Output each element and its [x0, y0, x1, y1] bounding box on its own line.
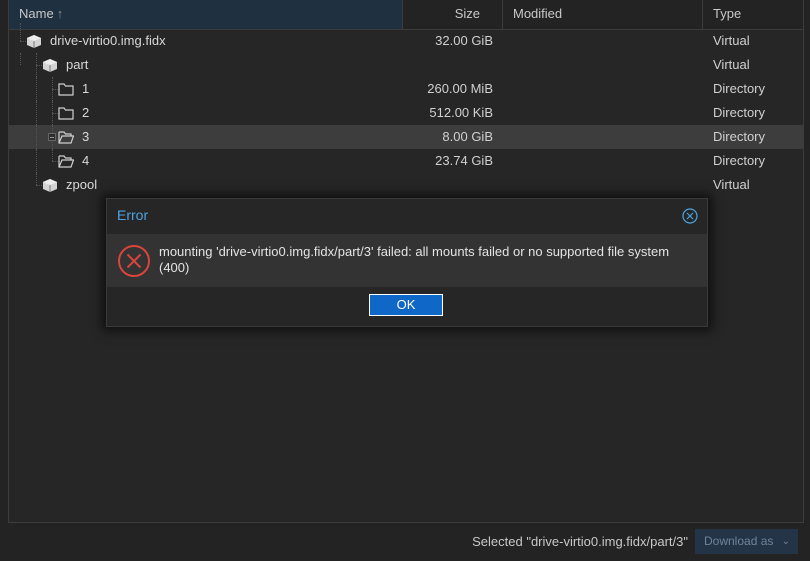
tree-node-label: 2 [82, 105, 90, 120]
tree-connector [30, 125, 44, 149]
tree-row[interactable]: zpool Virtual [9, 173, 803, 197]
tree-row[interactable]: drive-virtio0.img.fidx 32.00 GiB Virtual [9, 23, 803, 53]
size-cell: 260.00 MiB [427, 81, 493, 96]
error-icon [118, 245, 150, 277]
type-cell: Directory [713, 105, 766, 120]
chevron-down-icon: ⌄ [781, 536, 790, 547]
column-name-label: Name [19, 6, 54, 21]
column-size-label: Size [454, 6, 480, 21]
type-cell: Virtual [713, 177, 750, 192]
tree-node-label: 4 [82, 153, 90, 168]
tree-connector [14, 53, 28, 77]
package-icon [43, 179, 57, 192]
size-cell [403, 53, 493, 77]
sort-ascending-icon: ↑ [56, 6, 64, 21]
dialog-body: mounting 'drive-virtio0.img.fidx/part/3'… [107, 234, 707, 287]
folder-icon [58, 107, 74, 120]
ok-button[interactable]: OK [369, 294, 443, 316]
tree-row[interactable]: 1 260.00 MiB Directory [9, 77, 803, 101]
error-message: mounting 'drive-virtio0.img.fidx/part/3'… [159, 244, 670, 275]
tree-node-label: drive-virtio0.img.fidx [50, 33, 166, 48]
type-cell: Virtual [713, 33, 750, 48]
size-cell: 23.74 GiB [435, 153, 493, 168]
selection-status: Selected "drive-virtio0.img.fidx/part/3" [472, 534, 688, 549]
collapse-toggle-icon[interactable] [48, 133, 56, 141]
download-as-label: Download as [704, 534, 774, 548]
folder-open-icon [58, 131, 74, 144]
type-cell: Directory [713, 81, 766, 96]
column-modified-header[interactable]: Modified [503, 0, 703, 29]
tree-node-label: 1 [82, 81, 90, 96]
column-modified-label: Modified [513, 6, 563, 21]
download-as-button[interactable]: Download as ⌄ [695, 529, 798, 554]
column-header: Name ↑ Size Modified Type [9, 0, 803, 30]
close-icon[interactable] [682, 208, 698, 224]
type-cell: Virtual [713, 57, 750, 72]
tree-node-label: zpool [66, 177, 98, 192]
tree-connector [30, 77, 44, 101]
column-type-label: Type [713, 6, 742, 21]
column-size-header[interactable]: Size [403, 0, 503, 29]
size-cell [403, 173, 493, 197]
folder-open-icon [58, 155, 74, 168]
package-icon [27, 35, 41, 48]
tree-node-label: 3 [82, 129, 90, 144]
size-cell: 32.00 GiB [435, 33, 493, 48]
tree-row[interactable]: 2 512.00 KiB Directory [9, 101, 803, 125]
tree-row-selected[interactable]: 3 8.00 GiB Directory [9, 125, 803, 149]
tree-row[interactable]: part Virtual [9, 53, 803, 77]
size-cell: 8.00 GiB [442, 129, 493, 144]
footer-bar: Selected "drive-virtio0.img.fidx/part/3" [0, 523, 810, 561]
dialog-title: Error [117, 207, 149, 223]
tree-connector [30, 149, 44, 173]
tree-node-label: part [66, 57, 89, 72]
column-type-header[interactable]: Type [703, 0, 803, 29]
tree-connector [30, 101, 44, 125]
type-cell: Directory [713, 129, 766, 144]
tree-row[interactable]: 4 23.74 GiB Directory [9, 149, 803, 173]
error-dialog: Error mounting 'drive-virtio0.img.fidx/p… [106, 198, 708, 327]
size-cell: 512.00 KiB [429, 105, 493, 120]
package-icon [43, 59, 57, 72]
type-cell: Directory [713, 153, 766, 168]
folder-icon [58, 83, 74, 96]
column-name-header[interactable]: Name ↑ [9, 0, 403, 29]
